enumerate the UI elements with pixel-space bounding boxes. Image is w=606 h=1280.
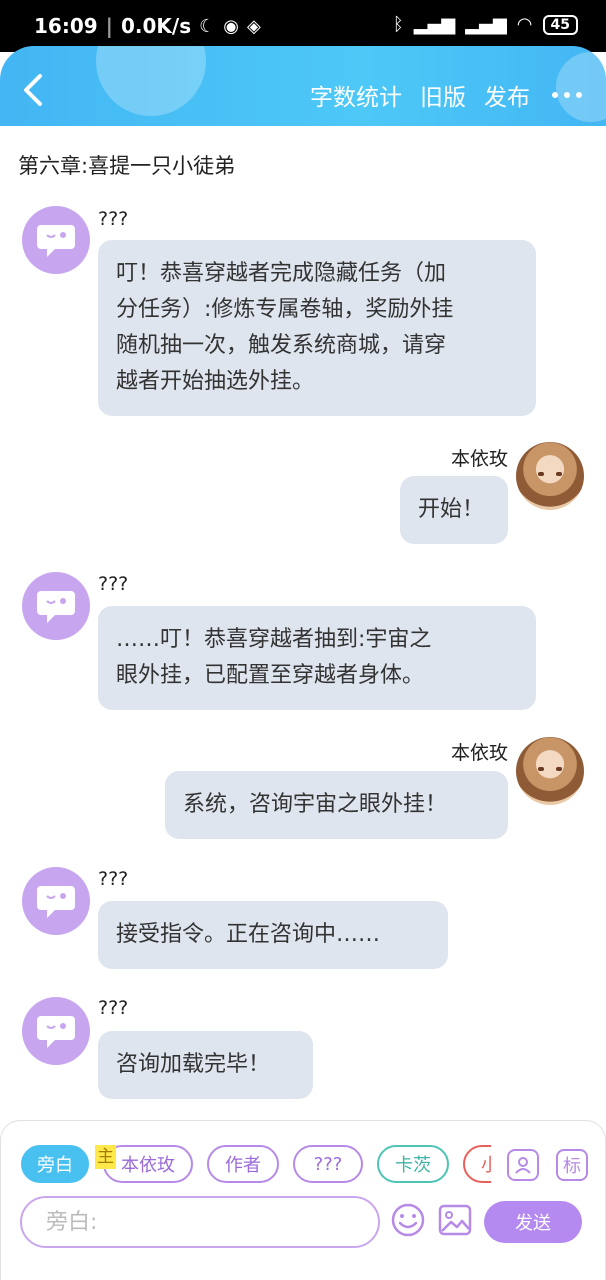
message-line: 系统，咨询宇宙之眼外挂！ <box>183 792 448 817</box>
message-bubble[interactable]: 叮！恭喜穿越者完成隐藏任务（加 分任务）:修炼专属卷轴，奖励外挂 随机抽一次，触… <box>98 240 536 416</box>
signal-icon: ▂▄▆ <box>413 14 456 35</box>
emoji-button[interactable] <box>390 1202 426 1238</box>
chat-bubble-icon <box>37 225 75 257</box>
system-avatar[interactable] <box>22 572 90 640</box>
message-line: 眼外挂，已配置至穿越者身体。 <box>116 663 425 688</box>
message-input[interactable] <box>20 1196 380 1248</box>
speaker-name: ??? <box>98 868 129 890</box>
chat-bubble-icon <box>37 1016 75 1048</box>
decorative-circle <box>96 46 206 116</box>
app-notification-icon: ◉ <box>223 15 239 37</box>
top-app-bar: 字数统计 旧版 发布 <box>0 46 606 126</box>
role-chip-kaci[interactable]: 卡茨 <box>377 1145 449 1183</box>
signal-icon-2: ▂▄▆ <box>465 14 507 35</box>
speaker-name: ??? <box>98 997 129 1019</box>
person-icon <box>515 1157 531 1174</box>
system-avatar[interactable] <box>22 997 90 1065</box>
message-line: 开始！ <box>418 497 485 522</box>
status-right: ᛒ ▂▄▆ ▂▄▆ ◠ 45 <box>393 14 578 35</box>
main-role-tag: 主 <box>95 1145 116 1169</box>
message-line: 接受指令。正在咨询中…… <box>116 922 381 947</box>
avatar-eyes <box>538 472 562 476</box>
speaker-name: ??? <box>98 573 129 595</box>
speaker-name: ??? <box>98 208 129 230</box>
message-bubble[interactable]: 咨询加载完毕！ <box>98 1031 313 1099</box>
tag-button[interactable]: 标 <box>556 1149 588 1181</box>
smile-icon <box>391 1203 425 1237</box>
user-avatar[interactable] <box>516 442 584 510</box>
more-dot <box>552 92 558 98</box>
speaker-name: 本依玫 <box>450 448 508 470</box>
message-bubble[interactable]: 开始！ <box>400 476 508 544</box>
divider: | <box>105 14 113 38</box>
message-bubble[interactable]: 接受指令。正在咨询中…… <box>98 901 448 969</box>
message-line: ……叮！恭喜穿越者抽到:宇宙之 <box>116 627 432 652</box>
chevron-left-icon <box>24 74 42 106</box>
message-bubble[interactable]: 系统，咨询宇宙之眼外挂！ <box>165 771 508 839</box>
battery-indicator: 45 <box>542 14 578 35</box>
role-manage-button[interactable] <box>507 1149 539 1181</box>
network-speed: 0.0K/s <box>120 14 192 38</box>
role-chip-partial[interactable]: 小 <box>463 1145 491 1183</box>
chapter-title[interactable]: 第六章:喜提一只小徒弟 <box>18 150 235 180</box>
role-chip-unknown[interactable]: ??? <box>293 1145 363 1183</box>
header-actions: 字数统计 旧版 发布 <box>310 78 586 112</box>
message-line: 随机抽一次，触发系统商城，请穿 <box>116 333 447 358</box>
system-avatar[interactable] <box>22 206 90 274</box>
chat-bubble-icon <box>37 886 75 918</box>
word-count-button[interactable]: 字数统计 <box>310 78 402 112</box>
user-avatar[interactable] <box>516 737 584 805</box>
image-icon <box>438 1204 472 1236</box>
back-button[interactable] <box>18 72 48 108</box>
publish-button[interactable]: 发布 <box>484 78 530 112</box>
image-button[interactable] <box>438 1204 472 1236</box>
bluetooth-icon: ᛒ <box>392 14 404 35</box>
chat-bubble-icon <box>37 591 75 623</box>
message-line: 越者开始抽选外挂。 <box>116 369 315 394</box>
status-time: 16:09 <box>34 14 98 38</box>
message-bubble[interactable]: ……叮！恭喜穿越者抽到:宇宙之 眼外挂，已配置至穿越者身体。 <box>98 606 536 710</box>
more-dot <box>564 92 570 98</box>
app-notification-icon-2: ◈ <box>246 15 261 37</box>
wifi-icon: ◠ <box>516 14 533 35</box>
status-left: 16:09 | 0.0K/s ☾ ◉ ◈ <box>34 14 261 38</box>
role-selector: 旁白 本依玫 作者 ??? 卡茨 小 <box>21 1145 491 1185</box>
role-chip-narrator[interactable]: 旁白 <box>21 1145 89 1183</box>
more-dot <box>576 92 582 98</box>
role-chip-author[interactable]: 作者 <box>207 1145 279 1183</box>
message-line: 分任务）:修炼专属卷轴，奖励外挂 <box>116 297 454 322</box>
speaker-name: 本依玫 <box>450 742 508 764</box>
message-line: 咨询加载完毕！ <box>116 1052 271 1077</box>
message-line: 叮！恭喜穿越者完成隐藏任务（加 <box>116 261 447 286</box>
system-avatar[interactable] <box>22 867 90 935</box>
more-menu-button[interactable] <box>548 83 586 107</box>
role-chip-benyimei[interactable]: 本依玫 <box>103 1145 193 1183</box>
old-version-button[interactable]: 旧版 <box>420 78 466 112</box>
avatar-eyes <box>538 767 562 771</box>
status-bar: 16:09 | 0.0K/s ☾ ◉ ◈ ᛒ ▂▄▆ ▂▄▆ ◠ 45 <box>0 0 606 52</box>
moon-icon: ☾ <box>199 15 216 37</box>
send-button[interactable]: 发送 <box>484 1201 582 1243</box>
